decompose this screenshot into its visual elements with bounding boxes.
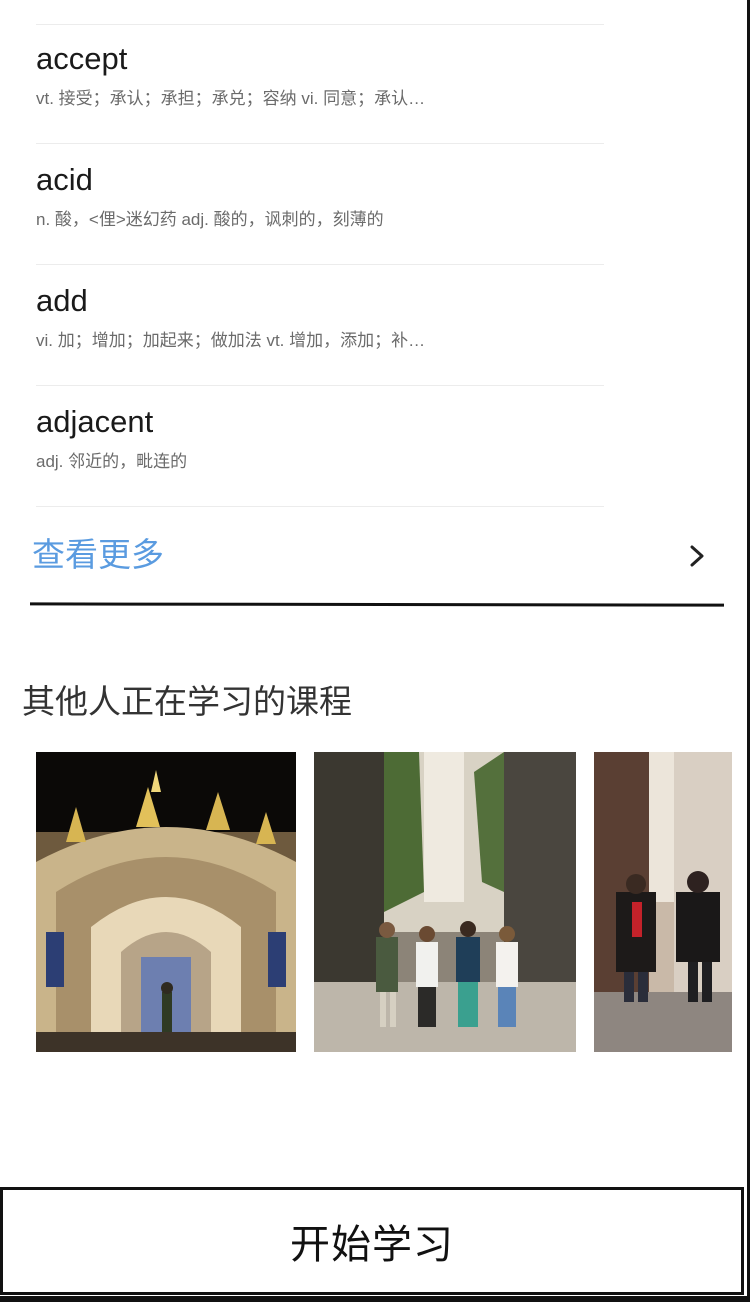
word-term: add bbox=[36, 283, 88, 318]
section-divider bbox=[29, 602, 725, 607]
word-item-accept[interactable]: accept vt. 接受；承认；承担；承兑；容纳 vi. 同意；承认… bbox=[36, 25, 604, 143]
word-definition: adj. 邻近的，毗连的 bbox=[36, 452, 188, 471]
chevron-right-icon bbox=[690, 545, 704, 567]
course-carousel[interactable] bbox=[36, 752, 736, 1052]
word-term: adjacent bbox=[36, 404, 154, 439]
old-town-couple-image bbox=[594, 752, 732, 1052]
word-definition: vt. 接受；承认；承担；承兑；容纳 vi. 同意；承认… bbox=[36, 89, 426, 108]
word-list: accept vt. 接受；承认；承担；承兑；容纳 vi. 同意；承认… aci… bbox=[36, 0, 604, 507]
word-definition: vi. 加；增加；加起来；做加法 vt. 增加，添加；补… bbox=[36, 331, 426, 350]
word-course-page: accept vt. 接受；承认；承担；承兑；容纳 vi. 同意；承认… aci… bbox=[0, 0, 750, 1302]
word-term: accept bbox=[36, 41, 128, 76]
start-learning-button[interactable]: 开始学习 bbox=[0, 1187, 744, 1295]
word-item-acid[interactable]: acid n. 酸，<俚>迷幻药 adj. 酸的，讽刺的，刻薄的 bbox=[36, 144, 604, 264]
bottom-edge bbox=[0, 1296, 750, 1302]
other-courses-title: 其他人正在学习的课程 bbox=[22, 683, 352, 720]
list-divider bbox=[36, 506, 604, 507]
word-item-add[interactable]: add vi. 加；增加；加起来；做加法 vt. 增加，添加；补… bbox=[36, 265, 604, 385]
course-card[interactable] bbox=[314, 752, 576, 1052]
word-term: acid bbox=[36, 162, 93, 197]
see-more-link[interactable]: 查看更多 bbox=[32, 528, 722, 588]
course-card[interactable] bbox=[36, 752, 296, 1052]
course-card[interactable] bbox=[594, 752, 732, 1052]
word-definition: n. 酸，<俚>迷幻药 adj. 酸的，讽刺的，刻薄的 bbox=[36, 210, 384, 229]
word-item-adjacent[interactable]: adjacent adj. 邻近的，毗连的 bbox=[36, 386, 604, 506]
street-walkers-image bbox=[314, 752, 576, 1052]
see-more-label: 查看更多 bbox=[32, 536, 164, 573]
church-facade-image bbox=[36, 752, 296, 1052]
start-learning-label: 开始学习 bbox=[290, 1223, 454, 1267]
